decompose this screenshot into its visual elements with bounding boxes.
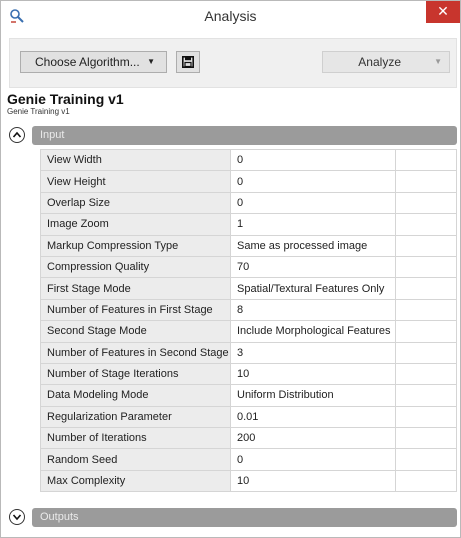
title-bar: Analysis ✕ <box>1 1 460 31</box>
parameter-extra-cell <box>395 277 457 300</box>
parameter-row[interactable]: Number of Features in First Stage 8 <box>40 298 457 322</box>
parameter-name: View Width <box>40 148 231 172</box>
parameter-name: Number of Features in Second Stage <box>40 341 231 364</box>
parameter-extra-cell <box>395 384 457 407</box>
parameter-name: First Stage Mode <box>40 277 231 300</box>
parameter-extra-cell <box>395 234 457 257</box>
parameter-name: Number of Features in First Stage <box>40 298 231 322</box>
parameter-name: Number of Stage Iterations <box>40 362 231 386</box>
parameter-extra-cell <box>395 469 457 493</box>
parameter-row[interactable]: Number of Iterations 200 <box>40 427 457 450</box>
parameter-value[interactable]: 10 <box>230 469 396 493</box>
parameter-name: Markup Compression Type <box>40 234 231 257</box>
parameter-value[interactable]: Uniform Distribution <box>230 384 396 407</box>
parameter-value[interactable]: Same as processed image <box>230 234 396 257</box>
analyze-button[interactable]: Analyze ▼ <box>322 51 450 73</box>
parameter-value[interactable]: 200 <box>230 427 396 450</box>
parameter-name: Regularization Parameter <box>40 405 231 429</box>
save-button[interactable] <box>176 51 200 73</box>
parameter-value[interactable]: 0 <box>230 191 396 215</box>
parameter-value[interactable]: 0.01 <box>230 405 396 429</box>
save-icon <box>182 56 194 71</box>
parameter-extra-cell <box>395 320 457 343</box>
parameter-row[interactable]: View Width 0 <box>40 148 457 172</box>
parameter-value[interactable]: 10 <box>230 362 396 386</box>
parameter-grid: View Width 0 View Height 0 Overlap Size 0 Imag… <box>40 148 457 493</box>
parameter-value[interactable]: 1 <box>230 213 396 236</box>
parameter-extra-cell <box>395 213 457 236</box>
analyze-label: Analyze <box>358 55 401 69</box>
parameter-extra-cell <box>395 362 457 386</box>
parameter-extra-cell <box>395 448 457 471</box>
parameter-row[interactable]: Regularization Parameter 0.01 <box>40 405 457 429</box>
parameter-row[interactable]: Max Complexity 10 <box>40 469 457 493</box>
parameter-name: Second Stage Mode <box>40 320 231 343</box>
parameter-extra-cell <box>395 405 457 429</box>
parameter-row[interactable]: Overlap Size 0 <box>40 191 457 215</box>
parameter-extra-cell <box>395 298 457 322</box>
parameter-extra-cell <box>395 255 457 279</box>
parameter-row[interactable]: Compression Quality 70 <box>40 255 457 279</box>
input-section-header[interactable]: Input <box>32 126 457 145</box>
outputs-section-header[interactable]: Outputs <box>32 508 457 527</box>
analyze-caret-icon: ▼ <box>434 57 442 66</box>
choose-algorithm-dropdown[interactable]: Choose Algorithm... ▼ <box>20 51 167 73</box>
parameter-row[interactable]: Image Zoom 1 <box>40 213 457 236</box>
parameter-value[interactable]: 8 <box>230 298 396 322</box>
chevron-up-icon <box>12 131 22 138</box>
window-title: Analysis <box>204 8 257 24</box>
parameter-row[interactable]: First Stage Mode Spatial/Textural Feature… <box>40 277 457 300</box>
parameter-name: Data Modeling Mode <box>40 384 231 407</box>
parameter-name: Random Seed <box>40 448 231 471</box>
parameter-name: Number of Iterations <box>40 427 231 450</box>
parameter-row[interactable]: Second Stage Mode Include Morphological F… <box>40 320 457 343</box>
parameter-row[interactable]: View Height 0 <box>40 170 457 193</box>
analysis-window: Analysis ✕ Choose Algorithm... ▼ Analyze… <box>0 0 461 538</box>
algorithm-title: Genie Training v1 <box>7 91 124 107</box>
parameter-extra-cell <box>395 191 457 215</box>
parameter-value[interactable]: 3 <box>230 341 396 364</box>
parameter-name: Overlap Size <box>40 191 231 215</box>
parameter-value[interactable]: 0 <box>230 448 396 471</box>
chevron-down-icon <box>12 514 22 521</box>
parameter-name: Image Zoom <box>40 213 231 236</box>
parameter-row[interactable]: Markup Compression Type Same as processed… <box>40 234 457 257</box>
parameter-name: Compression Quality <box>40 255 231 279</box>
parameter-row[interactable]: Data Modeling Mode Uniform Distribution <box>40 384 457 407</box>
dropdown-caret-icon: ▼ <box>147 57 155 66</box>
algorithm-subtitle: Genie Training v1 <box>7 107 70 116</box>
parameter-value[interactable]: 70 <box>230 255 396 279</box>
parameter-value[interactable]: Include Morphological Features <box>230 320 396 343</box>
parameter-value[interactable]: 0 <box>230 170 396 193</box>
parameter-value[interactable]: Spatial/Textural Features Only <box>230 277 396 300</box>
parameter-row[interactable]: Number of Features in Second Stage 3 <box>40 341 457 364</box>
parameter-value[interactable]: 0 <box>230 148 396 172</box>
close-icon: ✕ <box>437 3 449 19</box>
choose-algorithm-label: Choose Algorithm... <box>35 55 140 69</box>
parameter-name: Max Complexity <box>40 469 231 493</box>
close-button[interactable]: ✕ <box>426 1 460 23</box>
parameter-extra-cell <box>395 170 457 193</box>
parameter-extra-cell <box>395 427 457 450</box>
outputs-expand-toggle[interactable] <box>9 509 25 525</box>
parameter-extra-cell <box>395 341 457 364</box>
input-collapse-toggle[interactable] <box>9 127 25 143</box>
parameter-extra-cell <box>395 148 457 172</box>
parameter-row[interactable]: Random Seed 0 <box>40 448 457 471</box>
toolbar: Choose Algorithm... ▼ Analyze ▼ <box>9 38 457 88</box>
parameter-name: View Height <box>40 170 231 193</box>
parameter-row[interactable]: Number of Stage Iterations 10 <box>40 362 457 386</box>
